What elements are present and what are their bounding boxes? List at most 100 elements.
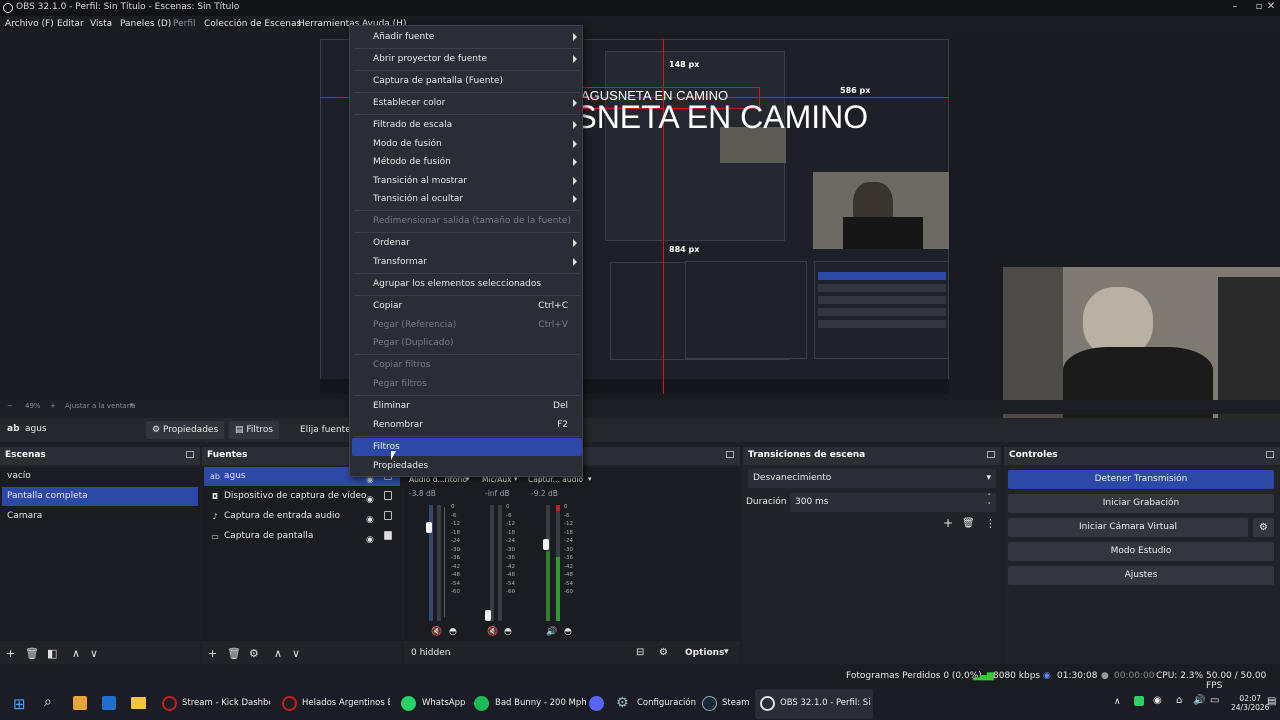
start-recording-button[interactable]: Iniciar Grabación [1008,494,1274,513]
scene-item-selected[interactable]: Pantalla completa [2,487,198,506]
float-icon[interactable] [1266,451,1274,458]
menu-item-filters[interactable]: Filtros [352,438,582,456]
speaker-icon[interactable]: 🔊 [546,627,557,637]
menu-item-group-selected[interactable]: Agrupar los elementos seleccionados [352,275,582,293]
spotify-icon[interactable] [474,696,489,711]
filters-button[interactable]: ▤ Filtros [229,421,280,439]
speaker-muted-icon[interactable]: 🔇 [487,627,498,637]
menu-item-source-projector[interactable]: Abrir proyector de fuente [352,50,582,68]
steam-icon[interactable] [702,696,717,711]
menu-item-blend-method[interactable]: Método de fusión [352,153,582,171]
menu-editar[interactable]: Editar [57,19,84,29]
add-icon[interactable]: + [208,647,217,660]
maximize-icon[interactable]: ▫ [1253,1,1265,13]
menu-coleccion[interactable]: Colección de Escenas [204,19,301,29]
layout-icon[interactable]: ⊟ [636,647,644,658]
add-icon[interactable]: + [943,516,953,530]
tray-app-icon[interactable] [1134,696,1144,706]
move-down-icon[interactable]: ∨ [292,647,300,660]
search-icon[interactable]: ⌕ [44,694,52,710]
tray-chevron-icon[interactable]: ∧ [1114,697,1121,707]
menu-item-show-transition[interactable]: Transición al mostrar [352,172,582,190]
add-icon[interactable]: + [6,647,15,660]
menu-item-delete[interactable]: Eliminar Del [352,397,582,415]
menu-paneles[interactable]: Paneles (D) [120,19,171,29]
minimize-button[interactable] [1226,1,1238,13]
battery-icon[interactable]: ▭ [1210,695,1219,706]
menu-item-properties[interactable]: Propiedades [352,457,582,475]
menu-item-screenshot-source[interactable]: Captura de pantalla (Fuente) [352,72,582,90]
source-item[interactable]: ♪ Captura de entrada audio ◉ [204,507,400,526]
volume-fader[interactable] [485,610,491,621]
store-icon[interactable] [73,696,87,710]
properties-button[interactable]: ⚙ Propiedades [146,421,225,439]
trash-icon[interactable]: 🗑 [227,647,241,660]
settings-button[interactable]: Ajustes [1008,566,1274,585]
gear-icon[interactable]: ⚙ [1253,518,1274,537]
folder-icon[interactable] [131,697,146,709]
lock-icon[interactable] [384,511,392,520]
speaker-muted-icon[interactable]: 🔇 [431,627,442,637]
headphones-icon[interactable]: ◓ [504,627,512,637]
taskbar-app[interactable]: WhatsApp [422,698,465,708]
whatsapp-icon[interactable] [401,696,416,711]
choose-source-button[interactable]: Elija fuente [294,421,357,439]
taskbar-app[interactable]: OBS 32.1.0 - Perfil: Sin Tí [780,698,870,708]
channel-menu-icon[interactable]: ▾ [588,475,592,483]
gear-icon[interactable]: ⚙ [249,647,259,660]
headphones-icon[interactable]: ◓ [564,627,572,637]
menu-item-scale-filtering[interactable]: Filtrado de escala [352,116,582,134]
menu-item-hide-transition[interactable]: Transición al ocultar [352,190,582,208]
zoom-fit[interactable]: Ajustar a la ventana [65,402,136,410]
transition-select[interactable]: Desvanecimiento ▾ [748,469,996,488]
headphones-icon[interactable]: ◓ [449,627,457,637]
outlook-icon[interactable] [102,696,116,710]
scene-item[interactable]: Camara [2,507,198,526]
menu-item-blend-mode[interactable]: Modo de fusión [352,135,582,153]
lock-icon[interactable] [384,531,392,540]
studio-mode-button[interactable]: Modo Estudio [1008,542,1274,561]
move-up-icon[interactable]: ∧ [72,647,80,660]
source-item[interactable]: ◘ Dispositivo de captura de vídeo ◉ [204,487,400,506]
volume-icon[interactable]: 🔊 [1193,695,1205,706]
move-up-icon[interactable]: ∧ [274,647,282,660]
taskbar-app[interactable]: Stream - Kick Dashboard [182,698,270,708]
close-icon[interactable]: ✕ [1265,1,1277,13]
more-icon[interactable]: ⋮ [985,517,996,530]
taskbar-app[interactable]: Steam [722,698,749,708]
trash-icon[interactable]: 🗑 [962,518,975,529]
float-icon[interactable] [987,451,995,458]
opera-icon[interactable] [162,696,177,711]
advanced-audio-icon[interactable]: ⚙ [659,647,668,658]
menu-item-rename[interactable]: Renombrar F2 [352,416,582,434]
windows-start-icon[interactable]: ⊞ [13,695,26,713]
float-icon[interactable] [186,451,194,458]
obs-icon[interactable] [760,696,775,711]
settings-gear-icon[interactable]: ⚙ [616,695,629,711]
menu-item-add-source[interactable]: Añadir fuente [352,28,582,46]
volume-fader[interactable] [543,539,549,550]
network-icon[interactable]: ⌂ [1176,695,1182,706]
source-item[interactable]: ▭ Captura de pantalla ◉ [204,527,400,546]
taskbar-app[interactable]: Configuración [637,698,696,708]
menu-item-transform[interactable]: Transformar [352,253,582,271]
menu-archivo[interactable]: Archivo (F) [5,19,54,29]
menu-perfil[interactable]: Perfil [173,19,196,29]
virtual-camera-button[interactable]: Iniciar Cámara Virtual [1008,518,1248,537]
options-dropdown-icon[interactable]: ▾ [724,647,729,657]
opera-icon[interactable] [282,696,297,711]
zoom-in-icon[interactable]: + [50,402,56,410]
menu-item-copy[interactable]: Copiar Ctrl+C [352,297,582,315]
trash-icon[interactable]: 🗑 [25,647,39,660]
tray-obs-icon[interactable]: ◉ [1153,695,1162,706]
menu-vista[interactable]: Vista [90,19,112,29]
notifications-icon[interactable]: ▤ [1267,696,1276,707]
stepper-icon[interactable]: ˄ ˅ [988,493,992,511]
zoom-dropdown-icon[interactable]: ▾ [130,401,134,409]
options-button[interactable]: Options [685,648,724,658]
zoom-out-icon[interactable]: − [7,402,13,410]
taskbar-app[interactable]: Bad Bunny - 200 Mph [495,698,587,708]
duration-input[interactable]: 300 ms ˄ ˅ [790,493,996,512]
stop-stream-button[interactable]: Detener Transmisión [1008,470,1274,489]
float-icon[interactable] [726,451,734,458]
